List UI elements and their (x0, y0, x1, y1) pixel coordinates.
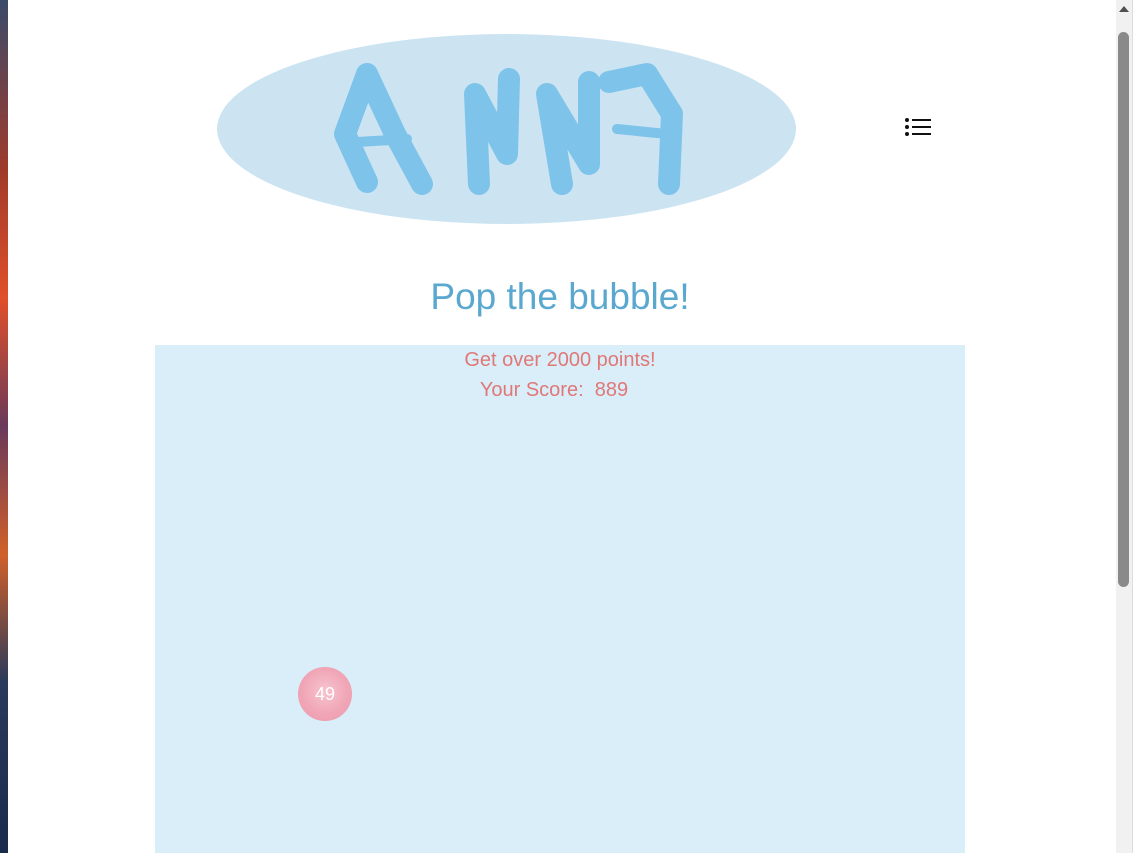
list-menu-icon (905, 118, 931, 136)
menu-button[interactable] (900, 112, 936, 142)
scrollbar[interactable] (1116, 0, 1132, 853)
score-label: Your Score: (479, 379, 584, 401)
page-title: Pop the bubble! (430, 276, 690, 317)
score-line: Your Score: 889 (155, 379, 953, 402)
score-value: 889 (594, 379, 629, 401)
logo-letters (334, 63, 683, 195)
bubble[interactable]: 49 (298, 667, 352, 721)
window-edge (1132, 0, 1140, 853)
anna-logo[interactable] (217, 34, 796, 224)
page-viewport: Pop the bubble! Get over 2000 points! Yo… (8, 0, 1116, 853)
desktop-background (0, 0, 8, 853)
scroll-thumb[interactable] (1118, 32, 1129, 587)
scroll-up-arrow-icon[interactable] (1119, 6, 1129, 12)
game-area[interactable]: Get over 2000 points! Your Score: 889 49 (155, 345, 965, 853)
goal-text: Get over 2000 points! (464, 349, 656, 371)
